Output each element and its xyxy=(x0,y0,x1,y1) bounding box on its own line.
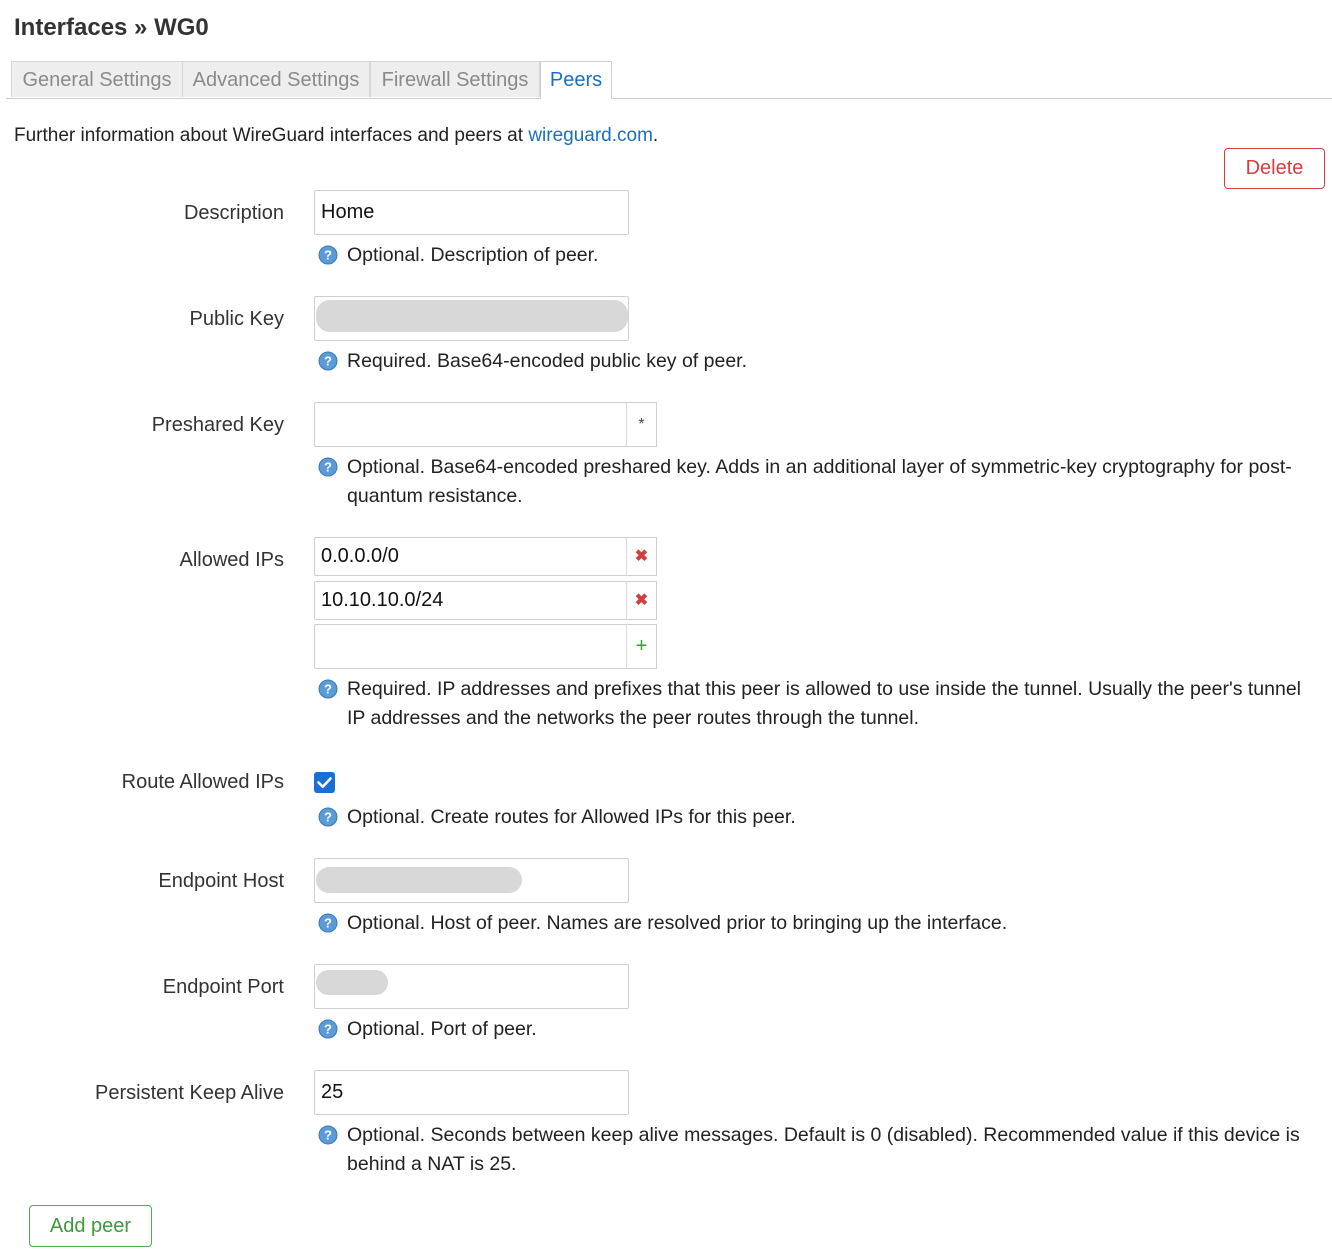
endpoint-host-help: ? Optional. Host of peer. Names are reso… xyxy=(318,909,1308,938)
preshared-key-help-text: Optional. Base64-encoded preshared key. … xyxy=(347,456,1292,507)
endpoint-host-help-text: Optional. Host of peer. Names are resolv… xyxy=(347,912,1008,934)
svg-text:?: ? xyxy=(324,916,332,931)
route-allowed-ips-checkbox[interactable] xyxy=(314,772,335,793)
endpoint-port-label: Endpoint Port xyxy=(162,976,284,998)
add-ip-button[interactable]: + xyxy=(626,624,657,669)
help-icon: ? xyxy=(318,807,338,827)
tab-firewall-settings[interactable]: Firewall Settings xyxy=(370,61,540,97)
route-allowed-ips-help: ? Optional. Create routes for Allowed IP… xyxy=(318,803,1308,832)
help-icon: ? xyxy=(318,245,338,265)
tab-advanced-settings[interactable]: Advanced Settings xyxy=(182,61,370,97)
description-input[interactable]: Home xyxy=(314,190,629,235)
tab-bar: General Settings Advanced Settings Firew… xyxy=(6,61,1332,99)
reveal-key-button[interactable]: * xyxy=(626,402,657,447)
svg-text:?: ? xyxy=(324,682,332,697)
description-label: Description xyxy=(183,202,284,224)
redaction-blur xyxy=(316,867,522,893)
help-icon: ? xyxy=(318,913,338,933)
allowed-ip-input[interactable]: 0.0.0.0/0 xyxy=(314,537,627,576)
new-allowed-ip-input[interactable] xyxy=(314,624,627,669)
keep-alive-help-text: Optional. Seconds between keep alive mes… xyxy=(347,1124,1300,1175)
tab-peers[interactable]: Peers xyxy=(540,61,612,99)
route-allowed-ips-label: Route Allowed IPs xyxy=(121,771,284,793)
endpoint-port-help: ? Optional. Port of peer. xyxy=(318,1015,1308,1044)
help-icon: ? xyxy=(318,1019,338,1039)
keep-alive-label: Persistent Keep Alive xyxy=(95,1082,284,1104)
redaction-blur xyxy=(316,300,628,332)
delete-button[interactable]: Delete xyxy=(1224,148,1325,189)
description-help: ? Optional. Description of peer. xyxy=(318,241,1308,270)
help-icon: ? xyxy=(318,1125,338,1145)
svg-text:?: ? xyxy=(324,248,332,263)
preshared-key-input[interactable] xyxy=(314,402,627,447)
allowed-ips-help-text: Required. IP addresses and prefixes that… xyxy=(347,678,1302,729)
page-title: Interfaces » WG0 xyxy=(14,14,209,41)
info-text: Further information about WireGuard inte… xyxy=(14,125,658,147)
help-icon: ? xyxy=(318,351,338,371)
allowed-ip-input[interactable]: 10.10.10.0/24 xyxy=(314,581,627,620)
wireguard-link[interactable]: wireguard.com xyxy=(528,125,653,146)
tab-general-settings[interactable]: General Settings xyxy=(11,61,183,97)
endpoint-host-label: Endpoint Host xyxy=(158,870,284,892)
help-icon: ? xyxy=(318,679,338,699)
checkmark-icon xyxy=(317,777,332,789)
remove-ip-button[interactable]: ✖ xyxy=(626,581,657,620)
endpoint-port-help-text: Optional. Port of peer. xyxy=(347,1018,537,1040)
route-allowed-ips-help-text: Optional. Create routes for Allowed IPs … xyxy=(347,806,796,828)
keep-alive-input[interactable]: 25 xyxy=(314,1070,629,1115)
preshared-key-label: Preshared Key xyxy=(151,414,284,436)
allowed-ips-help: ? Required. IP addresses and prefixes th… xyxy=(318,675,1308,733)
svg-text:?: ? xyxy=(324,1022,332,1037)
info-text-suffix: . xyxy=(652,125,659,146)
remove-ip-button[interactable]: ✖ xyxy=(626,537,657,576)
svg-text:?: ? xyxy=(324,1128,332,1143)
public-key-help: ? Required. Base64-encoded public key of… xyxy=(318,347,1308,376)
public-key-label: Public Key xyxy=(189,308,285,330)
info-text-body: Further information about WireGuard inte… xyxy=(14,125,529,146)
keep-alive-help: ? Optional. Seconds between keep alive m… xyxy=(318,1121,1308,1179)
description-help-text: Optional. Description of peer. xyxy=(347,244,599,266)
public-key-help-text: Required. Base64-encoded public key of p… xyxy=(347,350,748,372)
add-peer-button[interactable]: Add peer xyxy=(29,1205,152,1247)
help-icon: ? xyxy=(318,457,338,477)
svg-text:?: ? xyxy=(324,810,332,825)
svg-text:?: ? xyxy=(324,460,332,475)
svg-text:?: ? xyxy=(324,354,332,369)
redaction-blur xyxy=(316,970,388,995)
allowed-ips-label: Allowed IPs xyxy=(179,549,285,571)
preshared-key-help: ? Optional. Base64-encoded preshared key… xyxy=(318,453,1308,511)
